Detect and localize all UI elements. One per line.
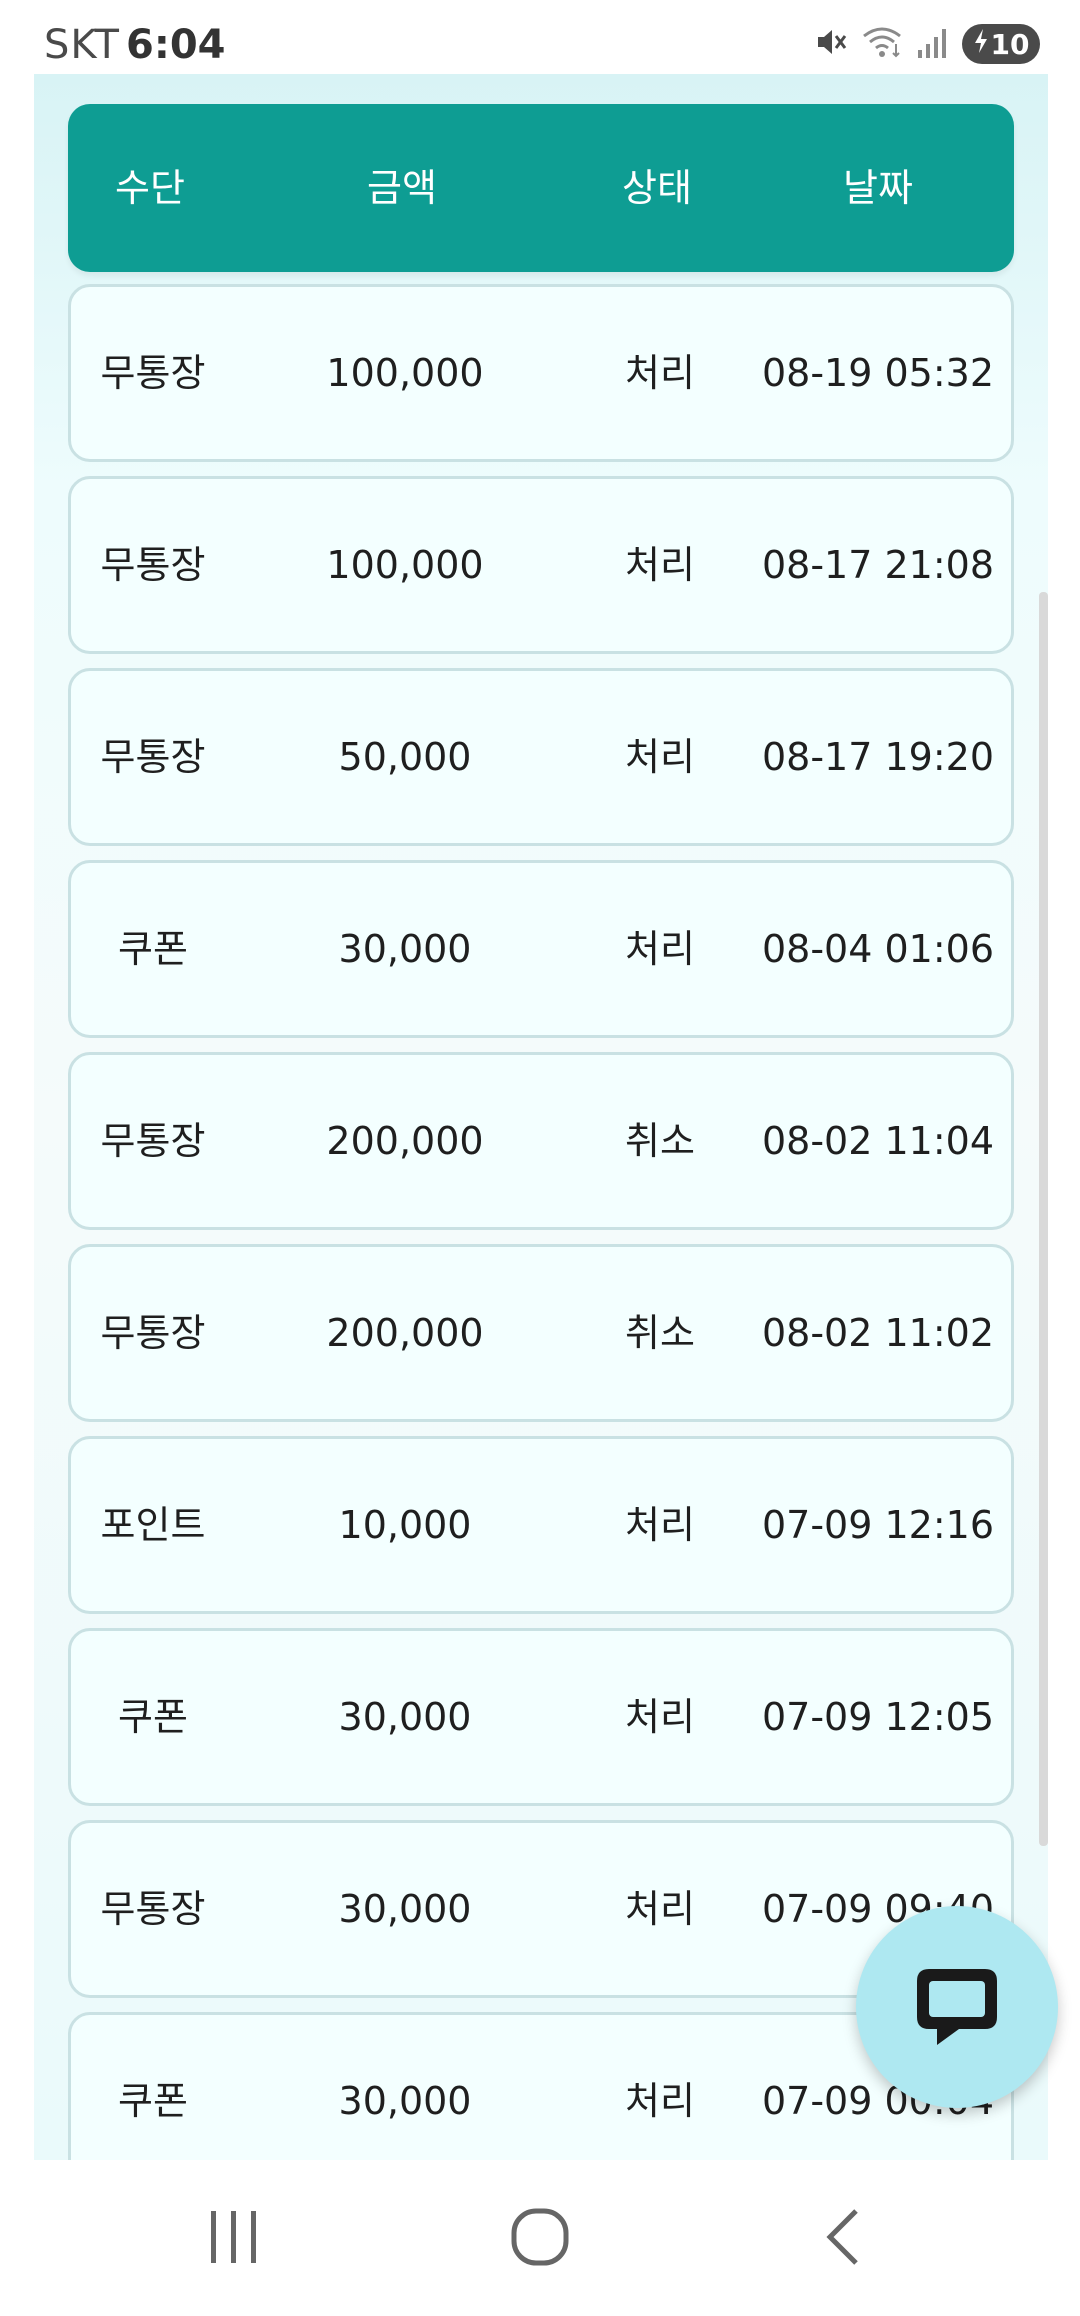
row-amount: 30,000 <box>338 2079 472 2123</box>
row-amount: 100,000 <box>326 543 484 587</box>
status-icons: 10 <box>812 22 1040 66</box>
table-row[interactable]: 쿠폰 30,000 처리 07-09 12:05 <box>68 1628 1014 1806</box>
scrollbar[interactable] <box>1039 592 1048 1846</box>
table-row[interactable]: 무통장 200,000 취소 08-02 11:04 <box>68 1052 1014 1230</box>
row-amount: 10,000 <box>338 1503 472 1547</box>
row-amount: 100,000 <box>326 351 484 395</box>
header-method: 수단 <box>115 166 185 210</box>
row-amount: 200,000 <box>326 1311 484 1355</box>
row-date: 08-17 21:08 <box>761 543 994 587</box>
chat-bubble-icon <box>907 1955 1007 2059</box>
carrier-label: SKT <box>44 22 120 68</box>
row-status: 처리 <box>625 927 695 971</box>
header-date: 날짜 <box>843 166 913 210</box>
mute-icon <box>812 24 848 64</box>
home-icon <box>510 2207 570 2271</box>
row-date: 08-02 11:02 <box>761 1311 994 1355</box>
row-method: 무통장 <box>100 1311 206 1355</box>
table-header: 수단 금액 상태 날짜 <box>68 104 1014 272</box>
row-status: 취소 <box>625 1311 695 1355</box>
recent-apps-icon <box>207 2209 261 2269</box>
row-amount: 30,000 <box>338 927 472 971</box>
row-date: 07-09 12:16 <box>761 1503 994 1547</box>
row-date: 08-04 01:06 <box>761 927 994 971</box>
table-row[interactable]: 무통장 200,000 취소 08-02 11:02 <box>68 1244 1014 1422</box>
row-status: 취소 <box>625 1119 695 1163</box>
row-method: 포인트 <box>100 1503 206 1547</box>
row-date: 08-02 11:04 <box>761 1119 994 1163</box>
row-status: 처리 <box>625 351 695 395</box>
row-method: 쿠폰 <box>118 2079 188 2123</box>
battery-level: 10 <box>990 27 1030 61</box>
navigation-bar <box>0 2160 1080 2316</box>
chat-button[interactable] <box>856 1906 1058 2108</box>
recent-apps-button[interactable] <box>184 2204 284 2274</box>
transaction-list: 무통장 100,000 처리 08-19 05:32 무통장 100,000 처… <box>68 284 1014 2160</box>
row-amount: 30,000 <box>338 1695 472 1739</box>
header-status: 상태 <box>622 166 692 210</box>
row-amount: 30,000 <box>338 1887 472 1931</box>
table-row[interactable]: 무통장 100,000 처리 08-19 05:32 <box>68 284 1014 462</box>
row-amount: 50,000 <box>338 735 472 779</box>
row-method: 무통장 <box>100 1119 206 1163</box>
row-method: 무통장 <box>100 735 206 779</box>
screen: SKT 6:04 10 수단 금액 상태 날짜 무통장 100,000 처리 0… <box>0 0 1080 2316</box>
row-method: 무통장 <box>100 1887 206 1931</box>
row-method: 쿠폰 <box>118 927 188 971</box>
clock: 6:04 <box>126 22 226 68</box>
back-icon <box>822 2207 862 2271</box>
row-status: 처리 <box>625 1887 695 1931</box>
row-status: 처리 <box>625 543 695 587</box>
battery-indicator: 10 <box>962 24 1040 64</box>
status-bar: SKT 6:04 10 <box>0 0 1080 74</box>
row-status: 처리 <box>625 1503 695 1547</box>
row-method: 무통장 <box>100 351 206 395</box>
row-method: 쿠폰 <box>118 1695 188 1739</box>
row-status: 처리 <box>625 735 695 779</box>
row-date: 07-09 12:05 <box>761 1695 994 1739</box>
home-button[interactable] <box>490 2204 590 2274</box>
table-row[interactable]: 무통장 100,000 처리 08-17 21:08 <box>68 476 1014 654</box>
row-method: 무통장 <box>100 543 206 587</box>
battery-charging-icon <box>973 28 989 61</box>
table-row[interactable]: 쿠폰 30,000 처리 08-04 01:06 <box>68 860 1014 1038</box>
table-row[interactable]: 포인트 10,000 처리 07-09 12:16 <box>68 1436 1014 1614</box>
row-amount: 200,000 <box>326 1119 484 1163</box>
row-date: 08-17 19:20 <box>761 735 994 779</box>
row-status: 처리 <box>625 2079 695 2123</box>
table-row[interactable]: 무통장 50,000 처리 08-17 19:20 <box>68 668 1014 846</box>
back-button[interactable] <box>792 2204 892 2274</box>
header-amount: 금액 <box>367 166 437 210</box>
row-status: 처리 <box>625 1695 695 1739</box>
signal-icon <box>916 24 950 64</box>
history-panel[interactable]: 수단 금액 상태 날짜 무통장 100,000 처리 08-19 05:32 무… <box>34 74 1048 2160</box>
wifi-icon <box>860 24 904 64</box>
row-date: 08-19 05:32 <box>761 351 994 395</box>
